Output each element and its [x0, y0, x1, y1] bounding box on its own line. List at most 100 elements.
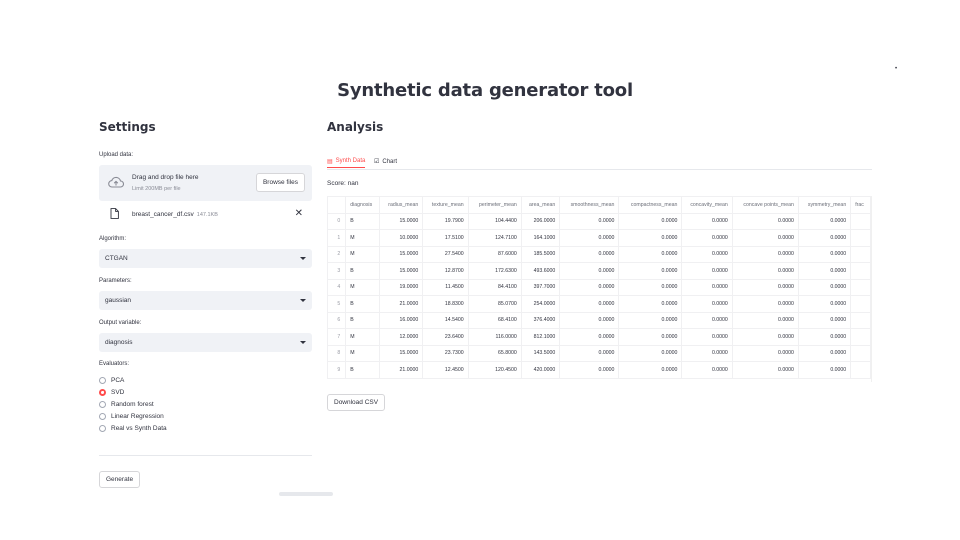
output-variable-select[interactable]: diagnosis — [99, 333, 312, 352]
table-cell[interactable]: B — [345, 295, 380, 313]
table-cell[interactable]: 0.0000 — [618, 212, 683, 230]
table-cell[interactable]: 0.0000 — [797, 344, 852, 362]
table-cell[interactable]: 0.0000 — [797, 229, 852, 247]
row-index[interactable]: 3 — [327, 262, 347, 280]
table-cell[interactable]: 12.8700 — [422, 262, 469, 280]
radio-pca[interactable]: PCA — [99, 374, 167, 386]
table-cell[interactable]: 0.0000 — [797, 328, 852, 346]
table-cell[interactable]: 68.4100 — [467, 311, 522, 329]
table-cell[interactable]: 0.0000 — [618, 295, 683, 313]
table-cell[interactable] — [850, 361, 871, 379]
table-cell[interactable]: 0.0000 — [618, 245, 683, 263]
table-cell[interactable]: 10.0000 — [378, 229, 424, 247]
table-cell[interactable]: 120.4500 — [467, 361, 522, 379]
table-cell[interactable]: 0.0000 — [681, 229, 733, 247]
column-header[interactable]: frac — [850, 196, 871, 214]
table-cell[interactable]: 12.4500 — [422, 361, 469, 379]
table-cell[interactable] — [850, 328, 871, 346]
table-cell[interactable]: 0.0000 — [731, 245, 799, 263]
table-cell[interactable]: 15.0000 — [378, 344, 424, 362]
table-cell[interactable]: 0.0000 — [797, 278, 852, 296]
table-cell[interactable]: 420.0000 — [520, 361, 561, 379]
table-cell[interactable]: 0.0000 — [618, 361, 683, 379]
column-header[interactable]: perimeter_mean — [467, 196, 522, 214]
table-cell[interactable]: 0.0000 — [618, 229, 683, 247]
column-header[interactable] — [327, 196, 347, 214]
table-cell[interactable]: M — [345, 229, 380, 247]
table-cell[interactable]: 0.0000 — [681, 278, 733, 296]
table-cell[interactable]: 254.0000 — [520, 295, 561, 313]
table-cell[interactable]: 0.0000 — [681, 245, 733, 263]
table-cell[interactable] — [850, 278, 871, 296]
table-cell[interactable]: 12.0000 — [378, 328, 424, 346]
row-index[interactable]: 0 — [327, 212, 347, 230]
file-dropzone[interactable]: Drag and drop file here Limit 200MB per … — [99, 165, 312, 201]
table-cell[interactable]: 0.0000 — [797, 212, 852, 230]
table-cell[interactable]: 0.0000 — [731, 278, 799, 296]
table-cell[interactable]: B — [345, 311, 380, 329]
table-cell[interactable]: 0.0000 — [681, 344, 733, 362]
table-cell[interactable]: B — [345, 361, 380, 379]
table-cell[interactable]: 23.7300 — [422, 344, 469, 362]
table-cell[interactable]: 397.7000 — [520, 278, 561, 296]
table-cell[interactable]: M — [345, 344, 380, 362]
table-cell[interactable]: 143.5000 — [520, 344, 561, 362]
table-cell[interactable]: 0.0000 — [559, 361, 620, 379]
tab-synth-data[interactable]: ▤ Synth Data — [327, 155, 366, 168]
table-cell[interactable]: 23.6400 — [422, 328, 469, 346]
table-cell[interactable]: 19.7900 — [422, 212, 469, 230]
column-header[interactable]: smoothness_mean — [559, 196, 620, 214]
table-cell[interactable]: 0.0000 — [797, 245, 852, 263]
column-header[interactable]: compactness_mean — [618, 196, 683, 214]
table-cell[interactable]: 0.0000 — [797, 262, 852, 280]
table-cell[interactable]: 164.1000 — [520, 229, 561, 247]
table-cell[interactable]: 87.6000 — [467, 245, 522, 263]
table-cell[interactable]: 0.0000 — [731, 344, 799, 362]
table-cell[interactable]: 0.0000 — [559, 311, 620, 329]
table-cell[interactable]: 15.0000 — [378, 262, 424, 280]
scrollbar[interactable] — [279, 492, 333, 496]
table-cell[interactable]: 0.0000 — [731, 212, 799, 230]
row-index[interactable]: 9 — [327, 361, 347, 379]
table-cell[interactable]: 0.0000 — [559, 229, 620, 247]
row-index[interactable]: 2 — [327, 245, 347, 263]
table-cell[interactable] — [850, 344, 871, 362]
table-cell[interactable]: 0.0000 — [559, 245, 620, 263]
table-cell[interactable]: 11.4500 — [422, 278, 469, 296]
tab-chart[interactable]: ☑ Chart — [374, 155, 397, 168]
table-cell[interactable]: 0.0000 — [559, 328, 620, 346]
table-cell[interactable]: 0.0000 — [559, 212, 620, 230]
table-cell[interactable]: 21.0000 — [378, 295, 424, 313]
column-header[interactable]: symmetry_mean — [797, 196, 852, 214]
table-cell[interactable]: 0.0000 — [559, 295, 620, 313]
kebab-menu-icon[interactable]: • — [895, 66, 897, 72]
table-cell[interactable]: 0.0000 — [559, 344, 620, 362]
remove-file-icon[interactable]: ✕ — [295, 208, 303, 219]
table-cell[interactable]: 85.0700 — [467, 295, 522, 313]
table-cell[interactable]: 15.0000 — [378, 245, 424, 263]
row-index[interactable]: 1 — [327, 229, 347, 247]
table-cell[interactable] — [850, 229, 871, 247]
table-cell[interactable]: 206.0000 — [520, 212, 561, 230]
table-cell[interactable]: 185.5000 — [520, 245, 561, 263]
table-cell[interactable]: 0.0000 — [731, 262, 799, 280]
table-cell[interactable]: M — [345, 278, 380, 296]
table-cell[interactable]: 84.4100 — [467, 278, 522, 296]
table-cell[interactable] — [850, 212, 871, 230]
table-cell[interactable]: 0.0000 — [681, 212, 733, 230]
table-cell[interactable]: 18.8300 — [422, 295, 469, 313]
table-cell[interactable]: 65.8000 — [467, 344, 522, 362]
table-cell[interactable]: 0.0000 — [731, 295, 799, 313]
table-cell[interactable]: 0.0000 — [618, 278, 683, 296]
table-cell[interactable]: 0.0000 — [797, 311, 852, 329]
table-cell[interactable]: 0.0000 — [681, 311, 733, 329]
table-cell[interactable]: 0.0000 — [731, 229, 799, 247]
table-cell[interactable]: 116.0000 — [467, 328, 522, 346]
table-cell[interactable]: B — [345, 262, 380, 280]
table-cell[interactable]: M — [345, 328, 380, 346]
row-index[interactable]: 6 — [327, 311, 347, 329]
column-header[interactable]: concave points_mean — [731, 196, 799, 214]
table-cell[interactable]: B — [345, 212, 380, 230]
column-header[interactable]: diagnosis — [345, 196, 380, 214]
table-cell[interactable]: 14.5400 — [422, 311, 469, 329]
